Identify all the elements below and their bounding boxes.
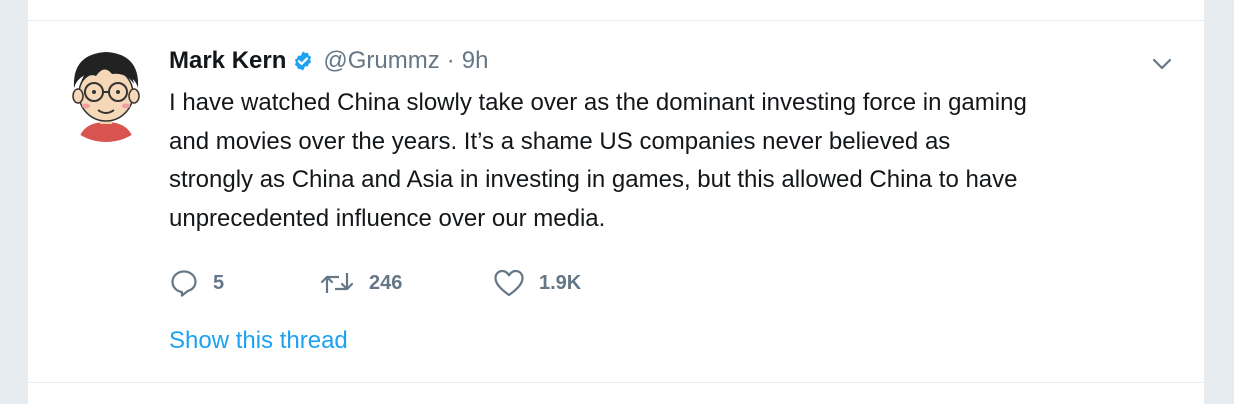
reply-count: 5: [213, 271, 225, 294]
tweet-header: Mark Kern @Grummz · 9h: [169, 41, 488, 81]
author-handle[interactable]: @Grummz: [323, 47, 439, 75]
heart-icon: [493, 268, 525, 298]
tweet-text-line: strongly as China and Asia in investing …: [169, 166, 1018, 194]
tweet-text-line: I have watched China slowly take over as…: [169, 89, 1027, 116]
verified-badge-icon: [292, 50, 314, 72]
tweet-card[interactable]: Mark Kern @Grummz · 9h I have watched Ch…: [28, 0, 1204, 404]
reply-bubble-icon: [169, 268, 199, 298]
avatar[interactable]: [56, 42, 156, 142]
retweet-button[interactable]: 246: [319, 268, 493, 298]
like-button[interactable]: 1.9K: [493, 268, 633, 298]
bottom-divider: [28, 382, 1204, 383]
retweet-count: 246: [369, 271, 403, 294]
tweet-actions: 5 246 1.9K: [169, 263, 633, 303]
chevron-down-icon[interactable]: [1148, 50, 1176, 78]
reply-button[interactable]: 5: [169, 268, 319, 298]
tweet-text-line: and movies over the years. It’s a shame …: [169, 127, 951, 155]
like-count: 1.9K: [539, 271, 582, 294]
tweet-text: I have watched China slowly take over as…: [169, 84, 1199, 239]
avatar-cartoon-image: [56, 42, 156, 142]
retweet-icon: [319, 268, 355, 298]
tweet-timestamp[interactable]: 9h: [462, 47, 489, 75]
show-thread-link[interactable]: Show this thread: [169, 327, 348, 355]
tweet-text-line: unprecedented influence over our media.: [169, 205, 606, 233]
separator-dot: ·: [446, 47, 455, 74]
author-name[interactable]: Mark Kern: [169, 47, 286, 75]
top-divider: [28, 20, 1204, 21]
